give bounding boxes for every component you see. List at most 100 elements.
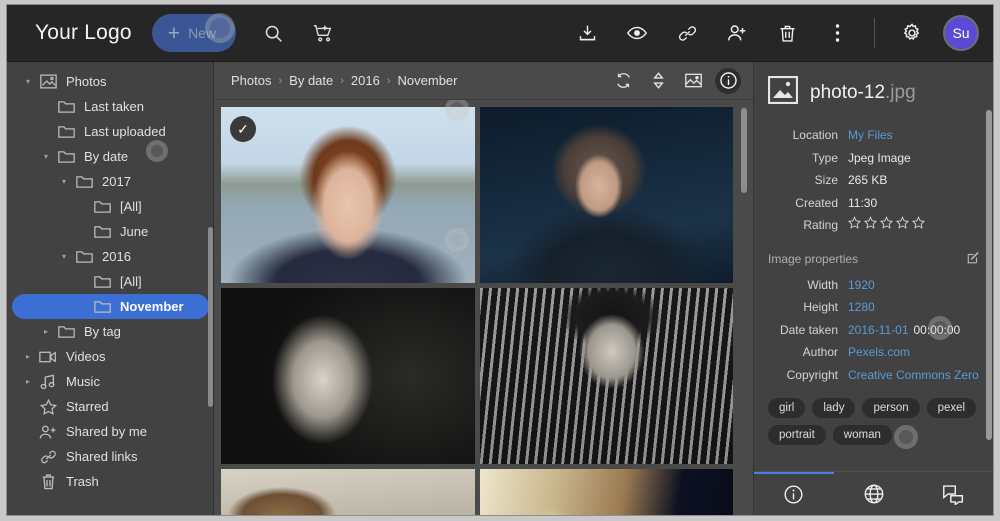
eye-icon[interactable] [618,14,656,52]
info-icon[interactable] [715,68,741,94]
sidebar-item-november[interactable]: November [12,294,209,319]
music-icon [36,374,60,390]
sidebar-item-label: By tag [84,324,121,339]
photo-girl-lake[interactable]: ✓ [221,107,475,283]
breadcrumb: Photos›By date›2016›November [231,73,457,88]
property-key: Size [760,169,848,192]
application-window: Your Logo + New [6,4,994,516]
tab-comments[interactable] [913,472,993,515]
search-icon[interactable] [254,14,292,52]
main-content: Photos›By date›2016›November [214,62,753,515]
more-vertical-icon[interactable] [818,14,856,52]
breadcrumb-bar: Photos›By date›2016›November [214,62,753,100]
tab-info[interactable] [754,472,834,515]
sidebar-item-starred[interactable]: Starred [12,394,209,419]
cart-icon[interactable] [304,14,342,52]
breadcrumb-item-2016[interactable]: 2016 [351,73,380,88]
tag-chip[interactable]: portrait [768,425,826,445]
details-header: photo-12.jpg [754,62,993,121]
sidebar-item-label: Last uploaded [84,124,166,139]
disclosure-arrow-icon[interactable]: ▾ [20,77,36,86]
add-user-icon[interactable] [718,14,756,52]
file-properties: LocationMy FilesTypeJpeg ImageSize265 KB… [754,121,993,237]
sidebar-item-music[interactable]: ▸Music [12,369,209,394]
sidebar-item-label: June [120,224,148,239]
new-button[interactable]: + New [152,14,236,52]
gear-icon[interactable] [893,14,931,52]
sidebar-item-photos[interactable]: ▾ Photos [12,69,209,94]
selection-checkmark-icon[interactable]: ✓ [230,116,256,142]
tag-chip[interactable]: person [862,398,919,418]
breadcrumb-item-by-date[interactable]: By date [289,73,333,88]
sidebar-item-label: Trash [66,474,99,489]
sidebar: ▾PhotosLast takenLast uploaded▾By date▾2… [7,62,214,515]
folder-icon [90,275,114,289]
sidebar-item-2016[interactable]: ▾2016 [12,244,209,269]
sidebar-item-all[interactable]: [All] [12,194,209,219]
tag-chip[interactable]: lady [812,398,855,418]
image-property-row: Date taken2016-11-0100:00:00 [760,319,979,342]
tag-chip[interactable]: woman [833,425,892,445]
disclosure-arrow-icon[interactable]: ▾ [38,152,54,161]
trash-icon[interactable] [768,14,806,52]
disclosure-arrow-icon[interactable]: ▸ [20,352,36,361]
app-logo[interactable]: Your Logo [35,21,132,45]
sidebar-item-by-date[interactable]: ▾By date [12,144,209,169]
sidebar-item-videos[interactable]: ▸Videos [12,344,209,369]
sidebar-item-2017[interactable]: ▾2017 [12,169,209,194]
edit-icon[interactable] [966,250,981,268]
photo-blonde-woman[interactable] [480,469,734,515]
image-property-key: Date taken [760,319,848,342]
download-icon[interactable] [568,14,606,52]
gallery-icon[interactable] [680,68,706,94]
image-property-value[interactable]: Creative Commons Zero [848,364,979,387]
image-property-row: AuthorPexels.com [760,341,979,364]
property-value[interactable]: My Files [848,124,893,147]
photo-grid: ✓ [214,100,753,515]
image-property-value[interactable]: Pexels.com [848,341,910,364]
disclosure-arrow-icon[interactable]: ▾ [56,252,72,261]
sidebar-item-last-uploaded[interactable]: Last uploaded [12,119,209,144]
rating-row: Rating [760,214,979,237]
photo-woman-hood[interactable] [480,107,734,283]
sidebar-item-by-tag[interactable]: ▸ By tag [12,319,209,344]
tag-chip[interactable]: pexel [927,398,977,418]
grid-scrollbar[interactable] [741,108,747,193]
breadcrumb-item-november[interactable]: November [398,73,458,88]
image-properties-list: Width1920Height1280Date taken2016-11-010… [754,271,993,387]
image-property-value[interactable]: 1920 [848,274,875,297]
image-property-value[interactable]: 2016-11-01 [848,319,909,342]
disclosure-arrow-icon[interactable]: ▾ [56,177,72,186]
details-scrollbar[interactable] [986,110,992,440]
sidebar-item-all[interactable]: [All] [12,269,209,294]
disclosure-arrow-icon[interactable]: ▸ [38,327,54,336]
sidebar-item-shared-by-me[interactable]: Shared by me [12,419,209,444]
refresh-icon[interactable] [610,68,636,94]
sort-icon[interactable] [645,68,671,94]
photo-thumbnail [480,107,734,283]
disclosure-arrow-icon[interactable]: ▸ [20,377,36,386]
sidebar-item-last-taken[interactable]: Last taken [12,94,209,119]
sidebar-item-shared-links[interactable]: Shared links [12,444,209,469]
property-value: 265 KB [848,169,887,192]
image-property-value[interactable]: 1280 [848,296,875,319]
file-name: photo-12 [810,82,885,103]
status-badge[interactable] [848,216,925,229]
photo-bearded-man[interactable] [480,288,734,464]
sidebar-item-label: [All] [120,274,142,289]
link-icon[interactable] [668,14,706,52]
folder-icon [90,200,114,214]
property-value: 11:30 [848,192,877,215]
sidebar-item-trash[interactable]: Trash [12,469,209,494]
sidebar-item-label: Photos [66,74,106,89]
tag-chip[interactable]: girl [768,398,805,418]
header-divider [874,18,875,48]
photo-man-closeup[interactable] [221,288,475,464]
avatar[interactable]: Su [943,15,979,51]
breadcrumb-item-photos[interactable]: Photos [231,73,271,88]
tab-globe[interactable] [834,472,914,515]
photo-boy-outdoors[interactable] [221,469,475,515]
sidebar-item-june[interactable]: June [12,219,209,244]
property-key: Created [760,192,848,215]
sidebar-item-label: November [120,299,184,314]
